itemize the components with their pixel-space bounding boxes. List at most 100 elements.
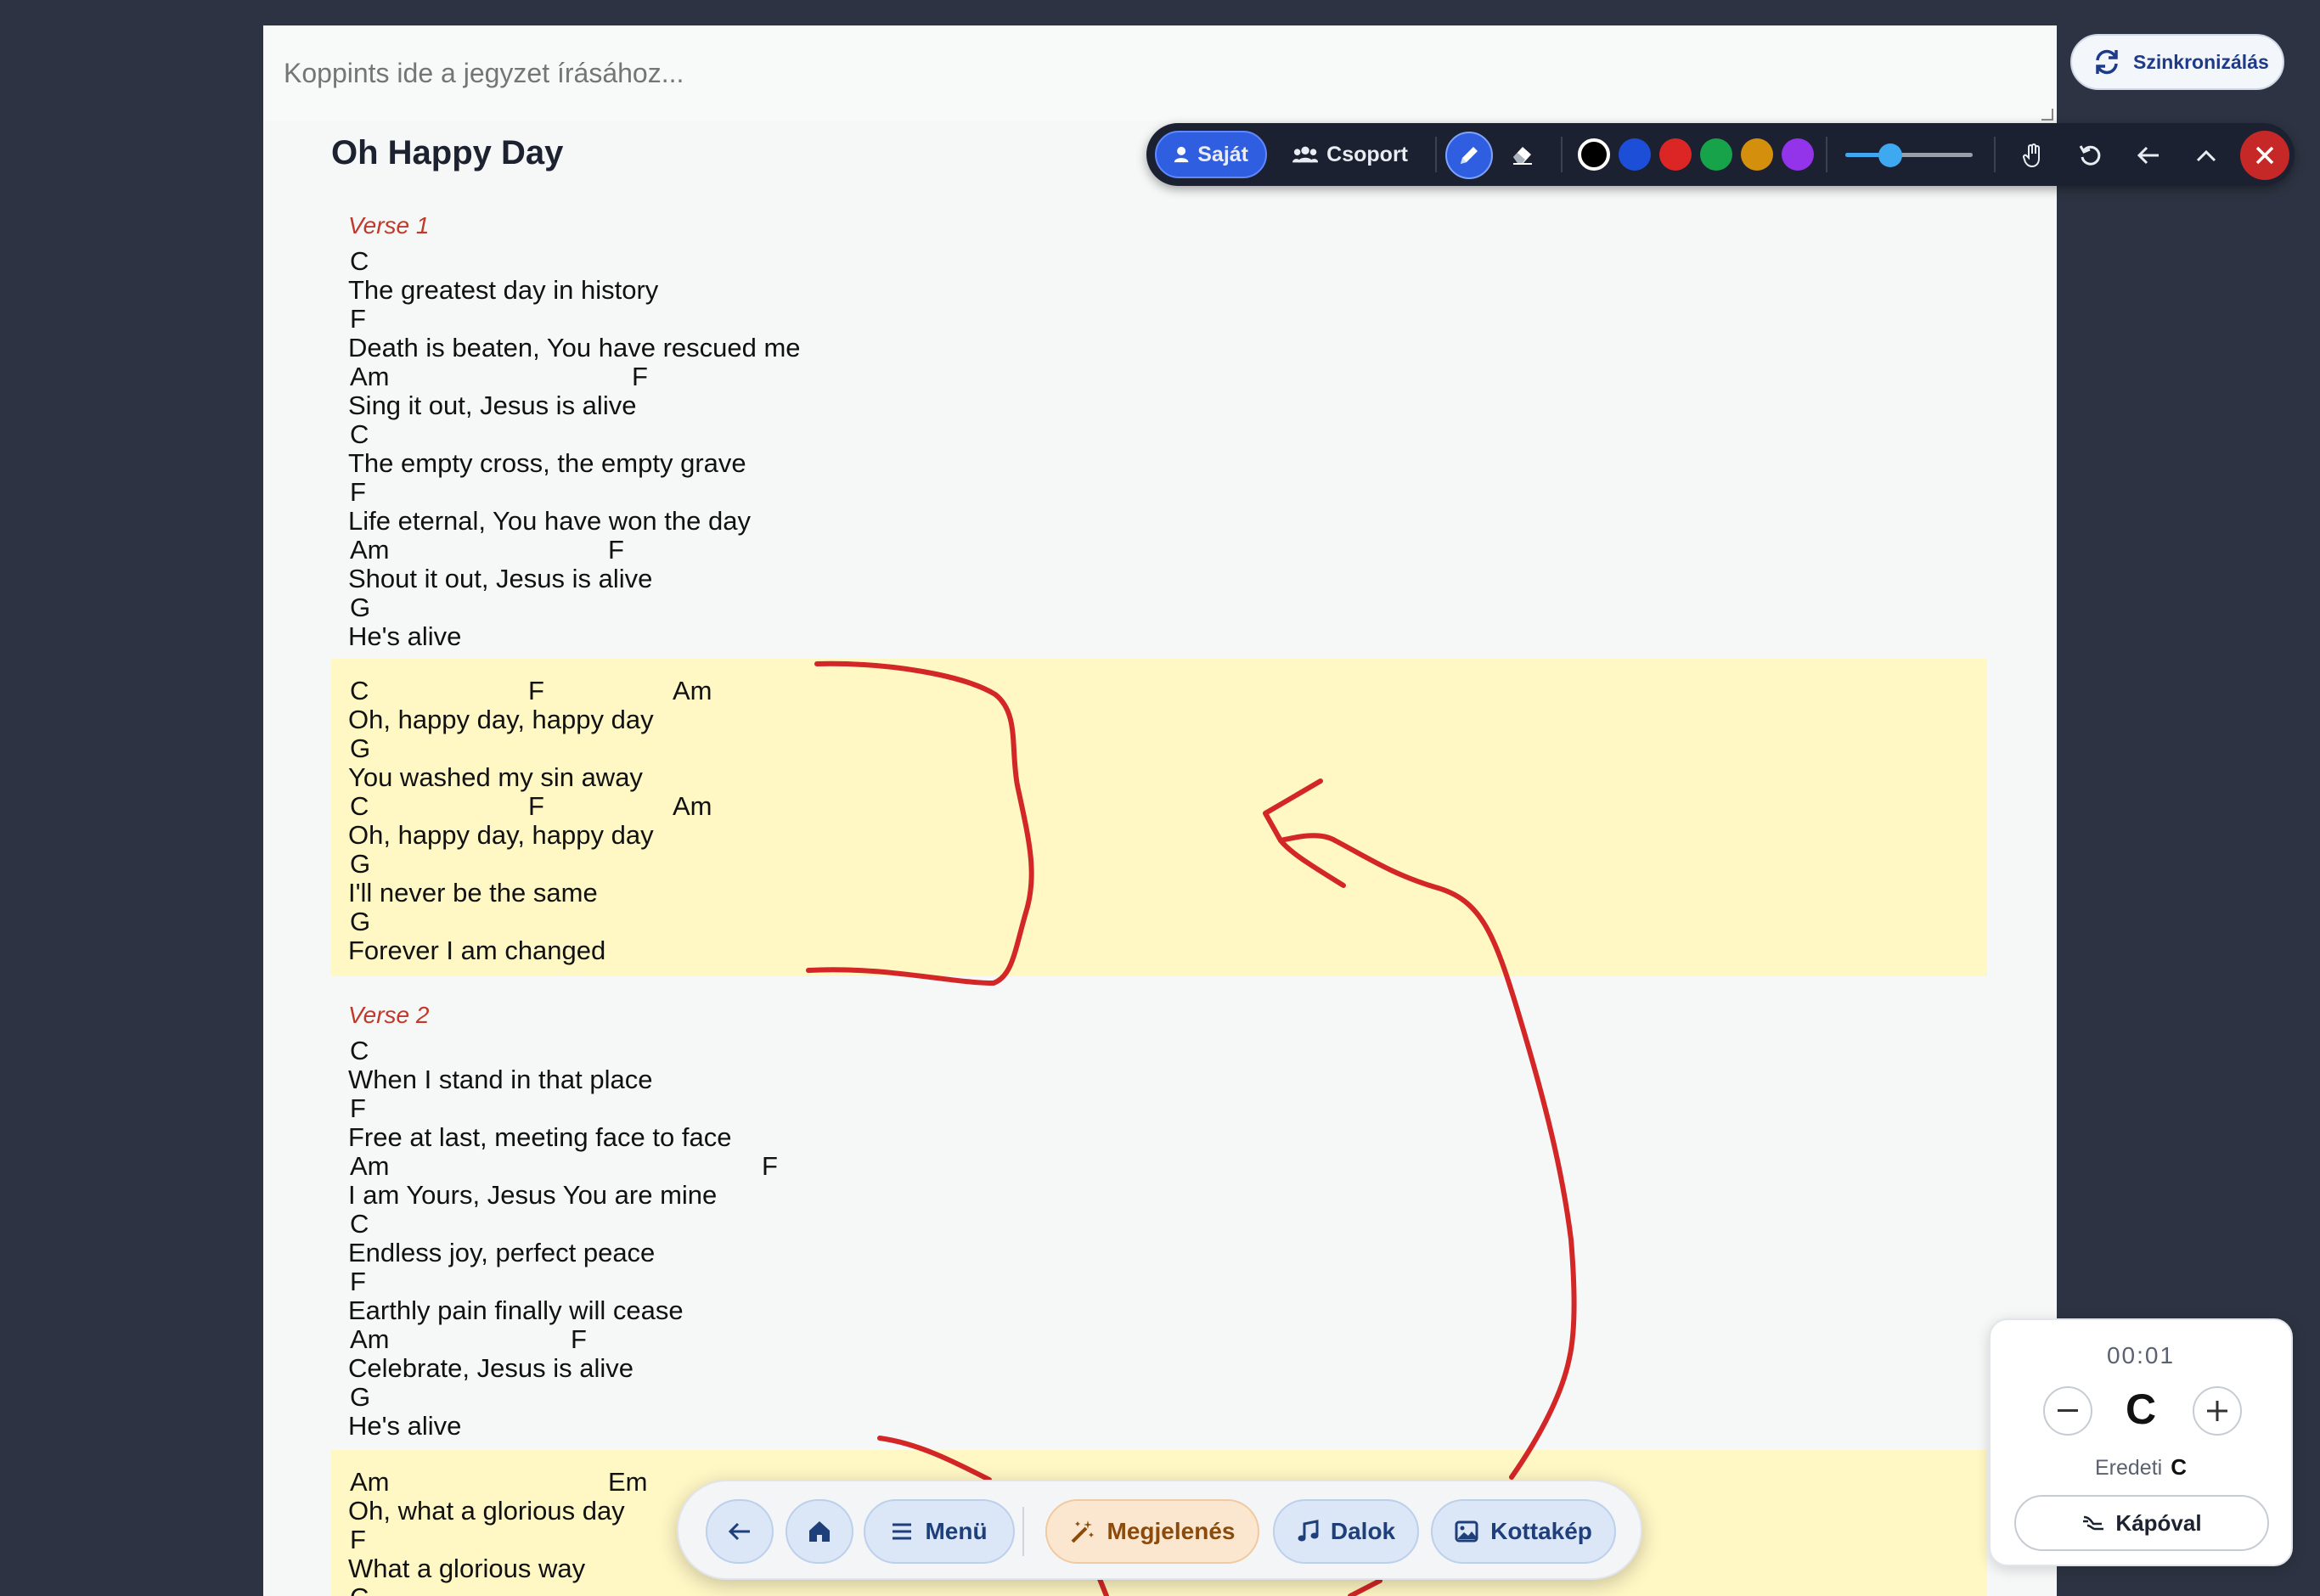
chevron-up-icon [2196, 149, 2216, 162]
lyric-line: Forever I am changed [331, 936, 1987, 965]
song-sheet: Oh Happy Day Verse 1CThe greatest day in… [263, 25, 2057, 1596]
lyric-line: He's alive [331, 621, 1987, 651]
collapse-toolbar-button[interactable] [2188, 137, 2225, 174]
chord: F [350, 1525, 366, 1554]
original-key-label: Eredeti [2095, 1456, 2163, 1480]
group-layer-label: Csoport [1326, 142, 1408, 166]
chord: C [350, 1582, 369, 1596]
back-button[interactable] [2130, 137, 2167, 174]
bottom-navigation: Menü Megjelenés Dalok Kottakép [677, 1480, 1642, 1580]
menu-icon [893, 1523, 912, 1540]
lyric-line: The empty cross, the empty grave [331, 448, 1987, 478]
nav-menu-button[interactable]: Menü [864, 1499, 1015, 1564]
lyric-text: I am Yours, Jesus You are mine [348, 1180, 718, 1210]
resize-handle[interactable] [2041, 109, 2053, 121]
lyric-line: Oh, happy day, happy day [331, 820, 1987, 850]
chord-line: Am F [331, 1151, 1987, 1181]
chord-line: Am F [331, 362, 1987, 391]
lyric-text: Celebrate, Jesus is alive [348, 1353, 633, 1383]
chord-line: C F Am [331, 676, 1987, 705]
toolbar-divider [1435, 137, 1437, 172]
chord: G [350, 1382, 371, 1412]
color-swatch[interactable] [1619, 138, 1651, 171]
nav-back-button[interactable] [706, 1499, 774, 1564]
lyric-line: Shout it out, Jesus is alive [331, 564, 1987, 593]
chord: Am [350, 535, 390, 565]
color-swatch[interactable] [1700, 138, 1732, 171]
chord: F [350, 304, 366, 334]
rotate-ccw-icon [2079, 145, 2101, 166]
chord: F [528, 791, 544, 821]
arrow-left-icon [728, 1522, 750, 1541]
color-swatch[interactable] [1578, 138, 1610, 171]
hand-icon [2023, 143, 2040, 167]
lyric-text: What a glorious way [348, 1554, 586, 1583]
lyric-line: Earthly pain finally will cease [331, 1295, 1987, 1325]
chord: G [350, 733, 371, 763]
chord: Am [350, 1324, 390, 1354]
transpose-down-button[interactable] [2043, 1386, 2092, 1436]
hand-pan-button[interactable] [2014, 137, 2052, 174]
note-input[interactable] [263, 25, 2057, 121]
original-key-value: C [2171, 1454, 2187, 1480]
close-icon [2255, 146, 2274, 165]
chord-line: G [331, 593, 1987, 622]
lyric-text: Forever I am changed [348, 936, 606, 965]
chord: F [571, 1324, 587, 1354]
pen-tool-button[interactable] [1445, 132, 1493, 179]
color-swatch[interactable] [1741, 138, 1773, 171]
nav-home-button[interactable] [786, 1499, 853, 1564]
music-note-icon [1298, 1520, 1319, 1542]
capo-button[interactable]: Kápóval [2014, 1495, 2269, 1551]
color-swatch[interactable] [1659, 138, 1692, 171]
sync-label: Szinkronizálás [2133, 50, 2269, 73]
stroke-width-slider[interactable] [1878, 143, 1902, 167]
chord-line: G [331, 907, 1987, 936]
nav-appearance-button[interactable]: Megjelenés [1045, 1499, 1259, 1564]
chord: Am [350, 362, 390, 391]
chord: C [350, 676, 369, 705]
timer: 00:01 [2106, 1342, 2176, 1368]
chord: F [350, 1267, 366, 1296]
group-layer-button[interactable]: Csoport [1275, 131, 1425, 178]
color-swatch[interactable] [1782, 138, 1814, 171]
minus-icon [2058, 1409, 2078, 1412]
plus-icon [2207, 1401, 2227, 1421]
close-toolbar-button[interactable] [2240, 131, 2289, 180]
lyric-line: Oh, happy day, happy day [331, 705, 1987, 734]
chord-line: F [331, 304, 1987, 334]
lyric-text: Oh, happy day, happy day [348, 705, 654, 734]
own-layer-button[interactable]: Saját [1155, 131, 1267, 178]
lyric-line: Celebrate, Jesus is alive [331, 1353, 1987, 1383]
eraser-tool-button[interactable] [1503, 135, 1542, 174]
lyric-line: Endless joy, perfect peace [331, 1238, 1987, 1267]
chord-line: Am F [331, 535, 1987, 565]
nav-sheet-button[interactable]: Kottakép [1431, 1499, 1616, 1564]
transpose-panel: 00:01 C Eredeti C Kápóval [1989, 1318, 2293, 1566]
lyric-line: When I stand in that place [331, 1065, 1987, 1094]
lyric-text: Oh, happy day, happy day [348, 820, 654, 850]
chord: F [350, 1093, 366, 1123]
arrow-left-icon [2137, 146, 2159, 165]
nav-menu-label: Menü [925, 1518, 988, 1544]
chord: G [350, 849, 371, 879]
lyric-text: Endless joy, perfect peace [348, 1238, 656, 1267]
chorus-section: C F Am Oh, happy day, happy day G You washed … [331, 659, 1987, 976]
chord-line: C [331, 419, 1987, 449]
lyric-line: He's alive [331, 1411, 1987, 1441]
eraser-icon [1513, 147, 1532, 165]
transpose-up-button[interactable] [2193, 1386, 2242, 1436]
lyric-text: I'll never be the same [348, 878, 598, 908]
chord: C [350, 246, 369, 276]
undo-button[interactable] [2072, 137, 2109, 174]
capo-icon [2083, 1515, 2104, 1531]
chord-line: G [331, 1382, 1987, 1412]
section-label: Verse 1 [348, 212, 430, 239]
chord-line: G [331, 733, 1987, 763]
chord: G [350, 907, 371, 936]
nav-songs-button[interactable]: Dalok [1273, 1499, 1419, 1564]
lyric-line: Life eternal, You have won the day [331, 506, 1987, 536]
chord: G [350, 593, 371, 622]
sync-button[interactable]: Szinkronizálás [2070, 34, 2284, 90]
lyric-text: When I stand in that place [348, 1065, 653, 1094]
